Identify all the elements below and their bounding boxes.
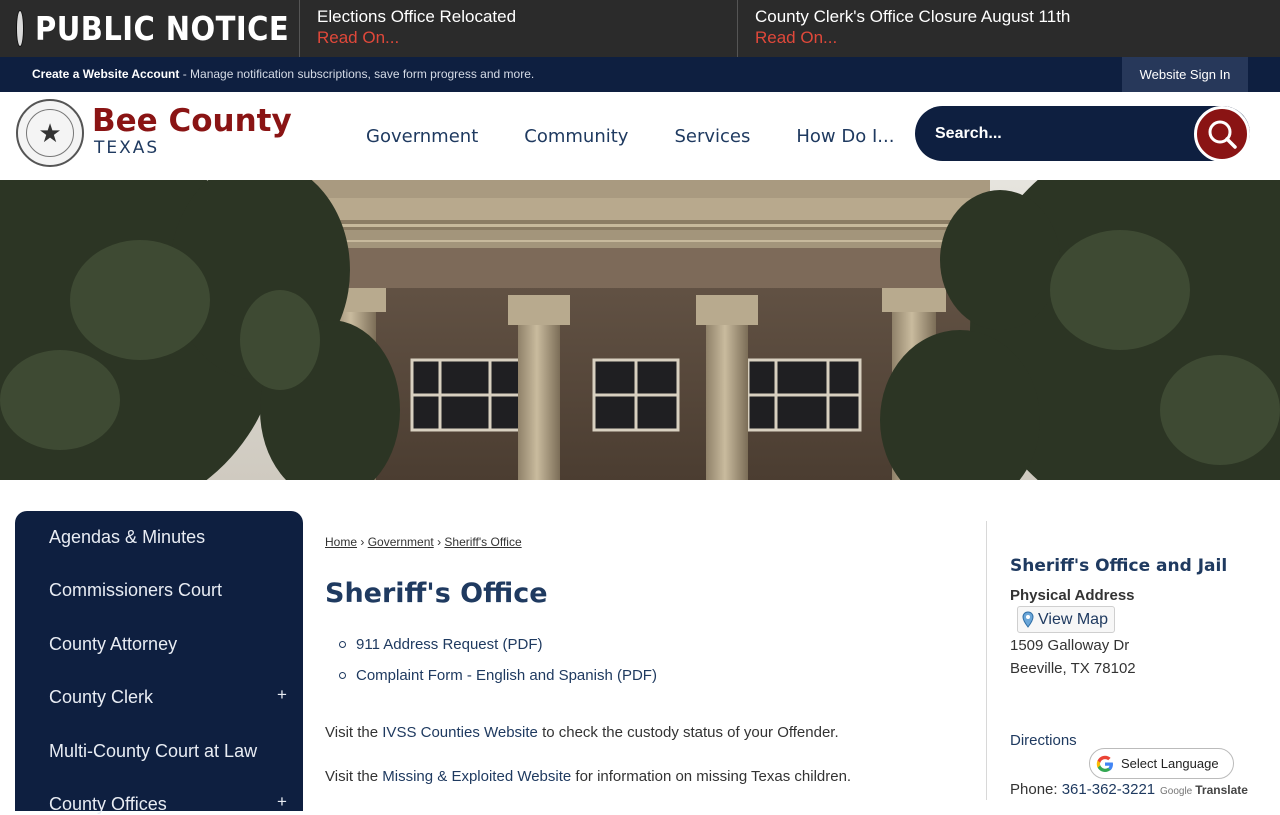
main-nav: Government Community Services How Do I..… bbox=[343, 92, 917, 180]
create-account-link[interactable]: Create a Website Account bbox=[32, 67, 179, 81]
nav-community[interactable]: Community bbox=[524, 126, 628, 147]
site-header: ★ Bee County TEXAS Government Community … bbox=[0, 92, 1280, 180]
alert-icon bbox=[17, 11, 23, 46]
sidebar-item-county-attorney[interactable]: County Attorney bbox=[49, 634, 177, 655]
breadcrumb-separator: › bbox=[360, 535, 365, 549]
page-title: Sheriff's Office bbox=[325, 578, 548, 609]
expand-toggle-county-clerk[interactable]: + bbox=[277, 685, 287, 705]
website-sign-in-button[interactable]: Website Sign In bbox=[1122, 57, 1248, 92]
translate-word[interactable]: Translate bbox=[1195, 783, 1248, 797]
select-language-button[interactable]: Select Language bbox=[1089, 748, 1234, 779]
notice-item-title[interactable]: County Clerk's Office Closure August 11t… bbox=[755, 7, 1279, 27]
breadcrumb-separator: › bbox=[437, 535, 442, 549]
ivss-paragraph: Visit the IVSS Counties Website to check… bbox=[325, 724, 839, 741]
account-bar: Create a Website Account - Manage notifi… bbox=[0, 57, 1280, 92]
public-notice-bar: PUBLIC NOTICE Elections Office Relocated… bbox=[0, 0, 1280, 57]
notice-item[interactable]: Elections Office Relocated Read On... bbox=[300, 0, 738, 57]
sidebar-nav: Agendas & Minutes Commissioners Court Co… bbox=[15, 511, 303, 814]
courthouse-illustration bbox=[0, 180, 1280, 480]
search-button[interactable] bbox=[1194, 106, 1250, 162]
create-account-description: - Manage notification subscriptions, sav… bbox=[179, 67, 535, 81]
county-seal-logo[interactable]: ★ bbox=[16, 99, 84, 167]
expand-toggle-county-offices[interactable]: + bbox=[277, 792, 287, 812]
sidebar-item-county-clerk[interactable]: County Clerk bbox=[49, 687, 153, 708]
create-account-text: Create a Website Account - Manage notifi… bbox=[32, 67, 534, 81]
breadcrumb-government[interactable]: Government bbox=[368, 535, 434, 549]
ivss-website-link[interactable]: IVSS Counties Website bbox=[382, 724, 538, 741]
view-map-button[interactable]: View Map bbox=[1017, 606, 1115, 633]
directions-link[interactable]: Directions bbox=[1010, 732, 1077, 749]
public-notice-brand: PUBLIC NOTICE bbox=[0, 0, 300, 57]
map-pin-icon bbox=[1022, 611, 1034, 628]
notice-read-on-link[interactable]: Read On... bbox=[755, 27, 1279, 49]
hero-courthouse-image bbox=[0, 180, 1280, 480]
sidebar-item-commissioners-court[interactable]: Commissioners Court bbox=[49, 580, 222, 601]
nav-how-do-i[interactable]: How Do I... bbox=[796, 126, 894, 147]
breadcrumb-home[interactable]: Home bbox=[325, 535, 357, 549]
physical-address-label: Physical Address bbox=[1010, 587, 1135, 604]
notice-read-on-link[interactable]: Read On... bbox=[317, 27, 737, 49]
missing-exploited-website-link[interactable]: Missing & Exploited Website bbox=[382, 768, 571, 785]
contact-title: Sheriff's Office and Jail bbox=[1010, 556, 1228, 576]
missing-children-paragraph: Visit the Missing & Exploited Website fo… bbox=[325, 768, 851, 785]
search-bar bbox=[915, 106, 1250, 162]
logo-subtitle[interactable]: TEXAS bbox=[94, 138, 159, 158]
paragraph-text: Visit the bbox=[325, 724, 383, 741]
column-divider bbox=[986, 521, 987, 800]
public-notice-title: PUBLIC NOTICE bbox=[35, 9, 290, 48]
document-list: 911 Address Request (PDF) Complaint Form… bbox=[339, 635, 657, 697]
search-icon bbox=[1208, 120, 1237, 149]
google-wordmark: Google bbox=[1160, 786, 1193, 797]
phone-line: Phone: 361-362-3221 bbox=[1010, 781, 1155, 798]
breadcrumb-sheriffs-office[interactable]: Sheriff's Office bbox=[444, 535, 521, 549]
paragraph-text: to check the custody status of your Offe… bbox=[537, 724, 839, 741]
breadcrumb: Home › Government › Sheriff's Office bbox=[325, 535, 522, 549]
phone-label: Phone: bbox=[1010, 781, 1062, 798]
document-link-911-address[interactable]: 911 Address Request (PDF) bbox=[339, 635, 657, 666]
notice-item[interactable]: County Clerk's Office Closure August 11t… bbox=[738, 0, 1279, 57]
sidebar-item-agendas[interactable]: Agendas & Minutes bbox=[49, 527, 205, 548]
address-line-1: 1509 Galloway Dr bbox=[1010, 637, 1130, 654]
document-link-complaint-form[interactable]: Complaint Form - English and Spanish (PD… bbox=[339, 666, 657, 697]
star-icon: ★ bbox=[26, 109, 74, 157]
search-input[interactable] bbox=[935, 106, 1195, 161]
nav-services[interactable]: Services bbox=[674, 126, 750, 147]
view-map-label: View Map bbox=[1038, 610, 1108, 628]
sidebar-item-county-offices[interactable]: County Offices bbox=[49, 794, 167, 815]
select-language-label: Select Language bbox=[1121, 756, 1219, 771]
address-line-2: Beeville, TX 78102 bbox=[1010, 660, 1136, 677]
phone-number-link[interactable]: 361-362-3221 bbox=[1062, 781, 1155, 798]
sidebar-item-multi-county-court[interactable]: Multi-County Court at Law bbox=[49, 741, 257, 762]
powered-by-google-translate: Google Translate bbox=[1160, 783, 1248, 797]
paragraph-text: Visit the bbox=[325, 768, 383, 785]
paragraph-text: for information on missing Texas childre… bbox=[571, 768, 852, 785]
notice-item-title[interactable]: Elections Office Relocated bbox=[317, 7, 737, 27]
google-icon bbox=[1096, 755, 1113, 772]
logo-name[interactable]: Bee County bbox=[92, 104, 292, 138]
nav-government[interactable]: Government bbox=[366, 126, 478, 147]
